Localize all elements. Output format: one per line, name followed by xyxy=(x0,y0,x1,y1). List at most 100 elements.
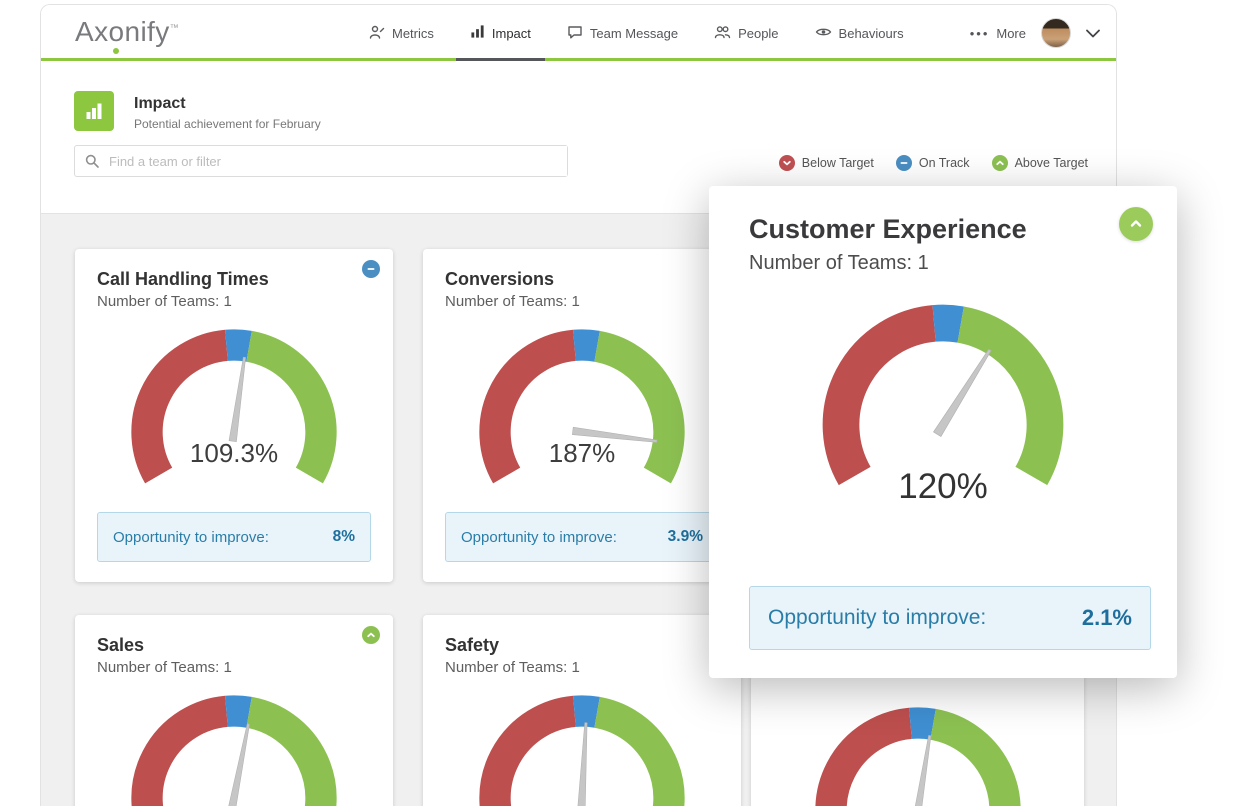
nav-menu: Metrics Impact Team Message xyxy=(369,5,1100,61)
opportunity-label: Opportunity to improve: xyxy=(461,529,617,546)
impact-tile-icon xyxy=(74,91,114,131)
card-team-count: Number of Teams: 1 xyxy=(97,293,371,310)
card-title: Customer Experience xyxy=(749,214,1149,245)
impact-icon xyxy=(470,24,485,42)
nav-item-more[interactable]: ••• More xyxy=(970,26,1026,41)
gauge-needle xyxy=(912,735,933,806)
metrics-icon xyxy=(369,24,385,43)
gauge-blue-arc xyxy=(226,711,249,712)
gauge-needle xyxy=(229,357,248,442)
logo-o-with-green-dot: o xyxy=(108,16,124,48)
team-filter-search xyxy=(74,145,568,177)
status-badge-on-track xyxy=(362,260,380,278)
expanded-card-customer-experience: Customer Experience Number of Teams: 1 1… xyxy=(709,186,1177,678)
legend-on-track: On Track xyxy=(896,155,970,171)
gauge-red-arc xyxy=(495,711,574,806)
nav-label-team-message: Team Message xyxy=(590,26,678,41)
chevron-down-icon[interactable] xyxy=(1086,29,1100,38)
legend-above-target: Above Target xyxy=(992,155,1088,171)
nav-label-metrics: Metrics xyxy=(392,26,434,41)
gauge-green-arc xyxy=(961,325,1045,476)
gauge-chart xyxy=(118,682,350,806)
trademark-symbol: ™ xyxy=(170,23,179,33)
nav-item-behaviours[interactable]: Behaviours xyxy=(815,5,904,61)
gauge-needle xyxy=(934,348,994,437)
legend-on-track-label: On Track xyxy=(919,156,970,170)
nav-label-behaviours: Behaviours xyxy=(839,26,904,41)
card-team-count: Number of Teams: 1 xyxy=(749,252,1149,275)
card-team-count: Number of Teams: 1 xyxy=(445,293,719,310)
gauge-chart xyxy=(466,682,698,806)
gauge-value: 109.3% xyxy=(118,438,350,469)
gauge-blue-arc xyxy=(574,345,597,346)
card-team-count: Number of Teams: 1 xyxy=(445,659,719,676)
nav-label-impact: Impact xyxy=(492,26,531,41)
gauge-value: 187% xyxy=(466,438,698,469)
nav-item-impact[interactable]: Impact xyxy=(470,5,531,61)
opportunity-value: 8% xyxy=(333,528,355,546)
opportunity-box: Opportunity to improve: 2.1% xyxy=(749,586,1151,650)
nav-label-people: People xyxy=(738,26,778,41)
gauge-value: 120% xyxy=(807,467,1079,507)
metric-card-call-handling-times[interactable]: Call Handling Times Number of Teams: 1 1… xyxy=(75,249,393,582)
user-avatar[interactable] xyxy=(1041,18,1071,48)
metric-card-conversions[interactable]: Conversions Number of Teams: 1 187% Oppo… xyxy=(423,249,741,582)
gauge-chart: 187% xyxy=(466,316,698,490)
ellipsis-icon: ••• xyxy=(970,26,990,41)
gauge-green-arc xyxy=(933,724,1005,806)
legend-below-target-label: Below Target xyxy=(802,156,874,170)
nav-label-more: More xyxy=(996,26,1026,41)
card-title: Safety xyxy=(445,635,719,656)
nav-main-items: Metrics Impact Team Message xyxy=(369,5,904,61)
search-input[interactable] xyxy=(109,146,567,176)
eye-icon xyxy=(815,24,832,43)
impact-title-block: Impact Potential achievement for Februar… xyxy=(134,91,321,131)
gauge-blue-arc xyxy=(226,345,249,346)
nav-item-team-message[interactable]: Team Message xyxy=(567,5,678,61)
logo-text-nify: nify xyxy=(124,16,169,47)
opportunity-value: 3.9% xyxy=(668,528,703,546)
gauge-red-arc xyxy=(147,711,226,806)
gauge-green-arc xyxy=(597,712,669,806)
gauge-chart: 109.3% xyxy=(118,316,350,490)
status-badge-above-target xyxy=(362,626,380,644)
status-legend: Below Target On Track Above Target xyxy=(779,155,1088,171)
gauge-red-arc xyxy=(841,323,934,476)
opportunity-box: Opportunity to improve: 8% xyxy=(97,512,371,562)
gauge-red-arc xyxy=(831,723,910,806)
gauge-chart xyxy=(802,694,1034,806)
impact-page-header: Impact Potential achievement for Februar… xyxy=(74,91,321,131)
gauge-needle xyxy=(578,723,590,806)
gauge-chart: 120% xyxy=(807,289,1079,493)
metric-card-sales[interactable]: Sales Number of Teams: 1 xyxy=(75,615,393,806)
axonify-logo[interactable]: Axonify™ xyxy=(75,16,179,48)
opportunity-value: 2.1% xyxy=(1082,605,1132,631)
app-root: Axonify™ Metrics Impact xyxy=(0,0,1238,806)
card-title: Conversions xyxy=(445,269,719,290)
card-title: Sales xyxy=(97,635,371,656)
nav-item-metrics[interactable]: Metrics xyxy=(369,5,434,61)
legend-above-target-label: Above Target xyxy=(1015,156,1088,170)
legend-below-target: Below Target xyxy=(779,155,874,171)
gauge-green-arc xyxy=(249,712,321,806)
page-subtitle: Potential achievement for February xyxy=(134,117,321,131)
collapse-card-button[interactable] xyxy=(1119,207,1153,241)
gauge-blue-arc xyxy=(574,711,597,712)
people-icon xyxy=(714,24,731,43)
on-track-icon xyxy=(896,155,912,171)
page-title: Impact xyxy=(134,91,321,113)
nav-right-items: ••• More xyxy=(970,18,1100,48)
logo-text-ax: Ax xyxy=(75,16,108,47)
search-icon xyxy=(75,153,109,169)
gauge-blue-arc xyxy=(910,723,933,724)
opportunity-box: Opportunity to improve: 3.9% xyxy=(445,512,719,562)
message-bubble-icon xyxy=(567,24,583,43)
card-title: Call Handling Times xyxy=(97,269,371,290)
opportunity-label: Opportunity to improve: xyxy=(768,606,986,630)
opportunity-label: Opportunity to improve: xyxy=(113,529,269,546)
card-team-count: Number of Teams: 1 xyxy=(97,659,371,676)
nav-item-people[interactable]: People xyxy=(714,5,778,61)
gauge-blue-arc xyxy=(934,323,961,325)
above-target-icon xyxy=(992,155,1008,171)
metric-card-safety[interactable]: Safety Number of Teams: 1 xyxy=(423,615,741,806)
